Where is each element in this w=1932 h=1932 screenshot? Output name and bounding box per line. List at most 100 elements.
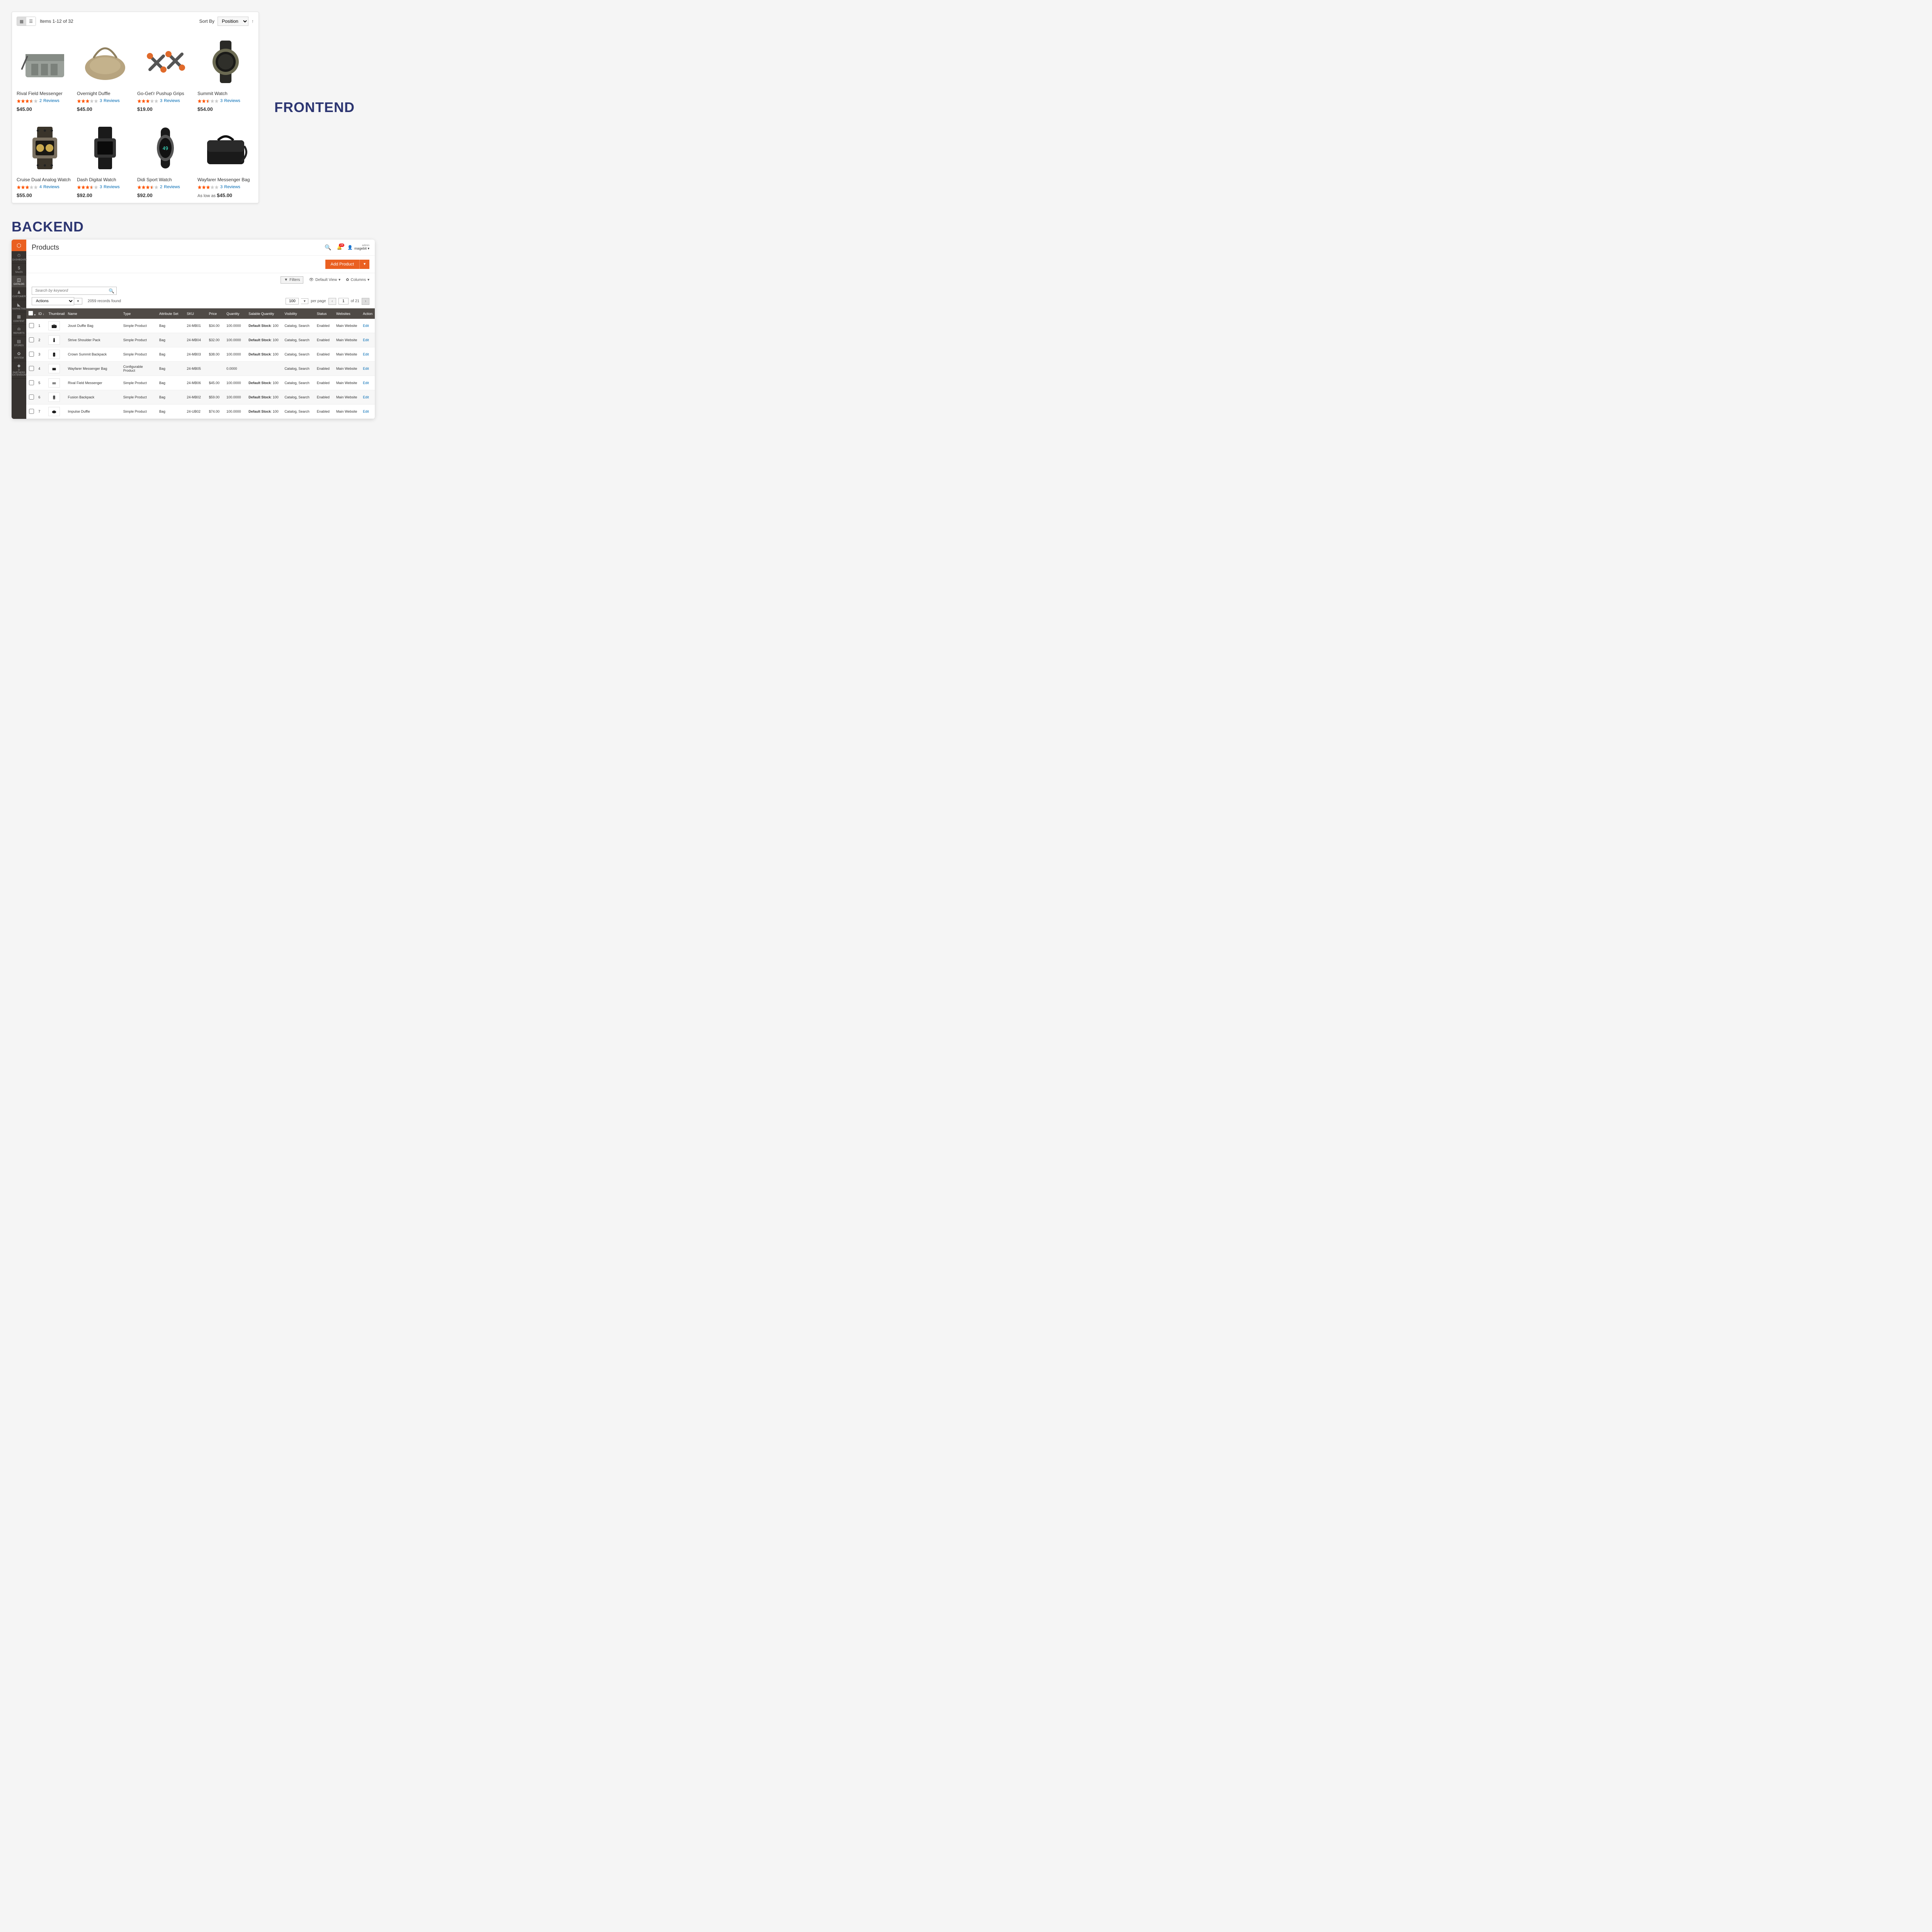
nav-marketing[interactable]: ◣MARKETING — [12, 300, 26, 313]
product-card[interactable]: Go-Get'r Pushup Grips3 Reviews$19.00 — [137, 33, 194, 112]
nav-d-partners-extensions[interactable]: ◆D PARTNERS EXTENSIONS — [12, 361, 26, 379]
nav-icon: ▤ — [12, 339, 26, 344]
nav-content[interactable]: ▦CONTENT — [12, 312, 26, 325]
product-card[interactable]: Dash Digital Watch3 Reviews$92.00 — [77, 119, 133, 198]
product-grid: Rival Field Messenger2 Reviews$45.00Over… — [17, 33, 254, 198]
row-checkbox[interactable] — [29, 323, 34, 328]
add-product-button[interactable]: Add Product — [325, 260, 360, 269]
reviews-link[interactable]: Reviews — [104, 185, 120, 189]
review-count[interactable]: 3 — [100, 99, 102, 103]
col-header[interactable]: Attribute Set — [157, 308, 185, 319]
table-row[interactable]: 1Joust Duffle BagSimple ProductBag24-MB0… — [26, 319, 375, 333]
nav-label: STORES — [14, 345, 24, 347]
edit-link[interactable]: Edit — [363, 324, 369, 328]
col-header[interactable]: Action — [361, 308, 375, 319]
col-header[interactable]: Price — [207, 308, 224, 319]
review-count[interactable]: 3 — [220, 99, 223, 103]
salable-qty: Default Stock: 100 — [248, 352, 279, 356]
col-header[interactable]: Status — [315, 308, 334, 319]
nav-catalog[interactable]: ◫CATALOG — [12, 276, 26, 288]
nav-sales[interactable]: $SALES — [12, 264, 26, 276]
reviews-link[interactable]: Reviews — [43, 99, 60, 103]
row-checkbox[interactable] — [29, 395, 34, 400]
edit-link[interactable]: Edit — [363, 338, 369, 342]
reviews-link[interactable]: Reviews — [104, 99, 120, 103]
edit-link[interactable]: Edit — [363, 352, 369, 356]
columns-dropdown[interactable]: ✿ Columns ▾ — [346, 278, 369, 282]
nav-label: CONTENT — [14, 320, 25, 323]
review-count[interactable]: 2 — [160, 185, 162, 189]
table-row[interactable]: 2Strive Shoulder PackSimple ProductBag24… — [26, 333, 375, 347]
col-header[interactable]: Websites — [334, 308, 361, 319]
per-page-input[interactable] — [286, 298, 299, 304]
nav-customers[interactable]: ♟CUSTOMERS — [12, 288, 26, 300]
reviews-link[interactable]: Reviews — [164, 185, 180, 189]
product-card[interactable]: Didi Sport Watch2 Reviews$92.00 — [137, 119, 194, 198]
review-count[interactable]: 4 — [39, 185, 42, 189]
default-view-dropdown[interactable]: 👁 Default View ▾ — [309, 278, 340, 282]
per-page-dropdown[interactable]: ▼ — [301, 298, 308, 304]
col-header[interactable]: Name — [66, 308, 121, 319]
page-number-input[interactable] — [338, 298, 349, 304]
review-count[interactable]: 3 — [160, 99, 162, 103]
sort-direction-toggle[interactable]: ↑ — [252, 19, 254, 24]
edit-link[interactable]: Edit — [363, 381, 369, 385]
row-checkbox[interactable] — [29, 366, 34, 371]
table-row[interactable]: 7Impulse DuffleSimple ProductBag24-UB02$… — [26, 405, 375, 419]
col-header-id[interactable]: ID↓ — [36, 308, 46, 319]
col-header[interactable]: Type — [121, 308, 157, 319]
user-menu[interactable]: 👤 admin magebit ▾ — [347, 244, 369, 251]
sort-select[interactable]: Position — [218, 17, 248, 26]
reviews-link[interactable]: Reviews — [224, 99, 240, 103]
cell-sku: 24-UB02 — [185, 405, 207, 419]
grid-view-button[interactable]: ▦ — [17, 17, 26, 26]
review-count[interactable]: 3 — [220, 185, 223, 189]
reviews-link[interactable]: Reviews — [43, 185, 60, 189]
col-header[interactable]: Visibility — [282, 308, 315, 319]
product-card[interactable]: Rival Field Messenger2 Reviews$45.00 — [17, 33, 73, 112]
prev-page-button[interactable]: ‹ — [328, 298, 336, 305]
next-page-button[interactable]: › — [362, 298, 369, 305]
product-card[interactable]: Cruise Dual Analog Watch4 Reviews$55.00 — [17, 119, 73, 198]
reviews-link[interactable]: Reviews — [224, 185, 240, 189]
row-checkbox[interactable] — [29, 352, 34, 357]
edit-link[interactable]: Edit — [363, 410, 369, 413]
review-count[interactable]: 2 — [39, 99, 42, 103]
review-count[interactable]: 3 — [100, 185, 102, 189]
table-row[interactable]: 3Crown Summit BackpackSimple ProductBag2… — [26, 347, 375, 362]
row-checkbox[interactable] — [29, 380, 34, 385]
edit-link[interactable]: Edit — [363, 367, 369, 371]
cell-name: Wayfarer Messenger Bag — [66, 362, 121, 376]
nav-stores[interactable]: ▤STORES — [12, 337, 26, 349]
notifications-button[interactable]: 🔔 24 — [337, 245, 342, 250]
magento-logo[interactable]: ⬡ — [12, 240, 26, 251]
table-row[interactable]: 6Fusion BackpackSimple ProductBag24-MB02… — [26, 390, 375, 405]
edit-link[interactable]: Edit — [363, 395, 369, 399]
table-row[interactable]: 5Rival Field MessengerSimple ProductBag2… — [26, 376, 375, 390]
nav-reports[interactable]: ılıREPORTS — [12, 325, 26, 337]
col-header[interactable]: SKU — [185, 308, 207, 319]
table-row[interactable]: 4Wayfarer Messenger BagConfigurable Prod… — [26, 362, 375, 376]
nav-dashboard[interactable]: ⏱DASHBOARD — [12, 251, 26, 264]
col-header[interactable]: Quantity — [224, 308, 247, 319]
select-all-checkbox[interactable] — [28, 311, 33, 316]
keyword-search-input[interactable] — [32, 287, 117, 295]
col-header[interactable]: Salable Quantity — [247, 308, 282, 319]
row-checkbox[interactable] — [29, 409, 34, 414]
nav-system[interactable]: ✿SYSTEM — [12, 349, 26, 362]
product-card[interactable]: Overnight Duffle3 Reviews$45.00 — [77, 33, 133, 112]
bulk-actions-dropdown[interactable]: ▼ — [74, 298, 82, 304]
reviews-link[interactable]: Reviews — [164, 99, 180, 103]
filters-button[interactable]: ▼ Filters — [281, 276, 303, 284]
product-card[interactable]: Summit Watch3 Reviews$54.00 — [197, 33, 254, 112]
cell-sku: 24-MB04 — [185, 333, 207, 347]
add-product-dropdown[interactable]: ▼ — [359, 260, 369, 269]
row-checkbox[interactable] — [29, 337, 34, 342]
search-submit-icon[interactable]: 🔍 — [109, 288, 114, 294]
search-icon[interactable]: 🔍 — [325, 244, 331, 251]
list-view-button[interactable]: ☰ — [26, 17, 36, 26]
bulk-actions-select[interactable]: Actions — [32, 297, 74, 305]
col-header[interactable]: Thumbnail — [46, 308, 66, 319]
cell-name: Fusion Backpack — [66, 390, 121, 405]
product-card[interactable]: Wayfarer Messenger Bag3 ReviewsAs low as… — [197, 119, 254, 198]
